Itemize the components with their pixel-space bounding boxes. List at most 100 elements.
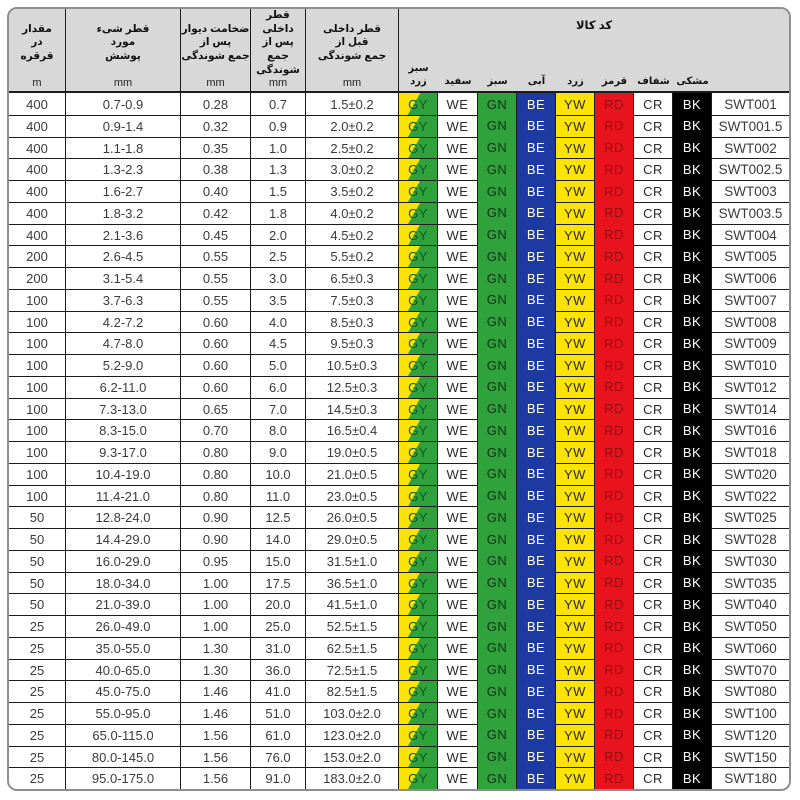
table-row: 4001.1-1.80.351.02.5±0.2GYWEGNBEYWRDCRBK… [9,137,789,159]
id-before-cell: 23.0±0.5 [306,485,399,507]
color-cell-gy: GY [399,528,438,550]
color-cell-we: WE [438,485,478,507]
color-cell-we: WE [438,354,478,376]
object-diameter-cell: 26.0-49.0 [66,615,181,637]
product-code-cell: SWT100 [712,702,789,724]
color-cell-be: BE [517,572,556,594]
id-before-cell: 29.0±0.5 [306,528,399,550]
table-row: 1007.3-13.00.657.014.5±0.3GYWEGNBEYWRDCR… [9,398,789,420]
object-diameter-cell: 7.3-13.0 [66,398,181,420]
color-cell-cr: CR [634,463,673,485]
id-after-cell: 15.0 [251,550,306,572]
color-cell-rd: RD [595,224,634,246]
product-code-cell: SWT028 [712,528,789,550]
color-cell-gn: GN [478,463,517,485]
header-id-after-cell: قطر داخلیپس ازجمع شوندگیmm [251,9,306,91]
color-cell-rd: RD [595,550,634,572]
color-cell-bk: BK [673,593,712,615]
color-cell-bk: BK [673,289,712,311]
color-cell-yw: YW [556,354,595,376]
amount-cell: 25 [9,680,66,702]
wall-thickness-cell: 1.46 [181,702,251,724]
table-row: 4001.8-3.20.421.84.0±0.2GYWEGNBEYWRDCRBK… [9,202,789,224]
color-cell-gn: GN [478,593,517,615]
id-after-cell: 4.5 [251,332,306,354]
object-diameter-cell: 21.0-39.0 [66,593,181,615]
color-cell-gy: GY [399,659,438,681]
color-cell-we: WE [438,224,478,246]
product-code-cell: SWT002.5 [712,158,789,180]
color-label-yw: زرد [556,76,595,89]
header-label: قطر داخلیقبل ازجمع شوندگی [318,9,386,77]
product-code-cell: SWT014 [712,398,789,420]
color-cell-yw: YW [556,724,595,746]
color-cell-we: WE [438,202,478,224]
color-cell-cr: CR [634,680,673,702]
color-cell-yw: YW [556,528,595,550]
object-diameter-cell: 14.4-29.0 [66,528,181,550]
amount-cell: 200 [9,267,66,289]
color-cell-gn: GN [478,267,517,289]
color-cell-gn: GN [478,441,517,463]
color-cell-we: WE [438,289,478,311]
color-cell-be: BE [517,637,556,659]
color-cell-bk: BK [673,224,712,246]
id-before-cell: 3.5±0.2 [306,180,399,202]
amount-cell: 100 [9,463,66,485]
id-after-cell: 12.5 [251,506,306,528]
color-cell-rd: RD [595,202,634,224]
table-row: 5018.0-34.01.0017.536.5±1.0GYWEGNBEYWRDC… [9,572,789,594]
color-cell-yw: YW [556,506,595,528]
color-cell-bk: BK [673,419,712,441]
table-row: 10011.4-21.00.8011.023.0±0.5GYWEGNBEYWRD… [9,485,789,507]
amount-cell: 25 [9,746,66,768]
color-cell-gy: GY [399,224,438,246]
amount-cell: 200 [9,245,66,267]
product-code-cell: SWT012 [712,376,789,398]
color-cell-bk: BK [673,115,712,137]
color-cell-we: WE [438,115,478,137]
product-code-cell: SWT006 [712,267,789,289]
color-cell-gy: GY [399,615,438,637]
color-cell-yw: YW [556,93,595,115]
amount-cell: 400 [9,180,66,202]
color-cell-be: BE [517,441,556,463]
id-before-cell: 31.5±1.0 [306,550,399,572]
color-cell-we: WE [438,550,478,572]
color-cell-be: BE [517,115,556,137]
product-code-cell: SWT035 [712,572,789,594]
table-row: 1008.3-15.00.708.016.5±0.4GYWEGNBEYWRDCR… [9,419,789,441]
color-cell-cr: CR [634,354,673,376]
color-cell-we: WE [438,528,478,550]
color-cell-gn: GN [478,180,517,202]
table-row: 2003.1-5.40.553.06.5±0.3GYWEGNBEYWRDCRBK… [9,267,789,289]
id-before-cell: 103.0±2.0 [306,702,399,724]
color-cell-yw: YW [556,289,595,311]
id-after-cell: 0.7 [251,93,306,115]
color-cell-bk: BK [673,767,712,789]
wall-thickness-cell: 0.45 [181,224,251,246]
color-cell-cr: CR [634,398,673,420]
color-cell-gy: GY [399,506,438,528]
color-cell-yw: YW [556,202,595,224]
product-code-cell: SWT010 [712,354,789,376]
color-cell-gn: GN [478,419,517,441]
color-cell-cr: CR [634,93,673,115]
id-before-cell: 36.5±1.0 [306,572,399,594]
color-cell-cr: CR [634,572,673,594]
id-after-cell: 41.0 [251,680,306,702]
wall-thickness-cell: 0.32 [181,115,251,137]
object-diameter-cell: 11.4-21.0 [66,485,181,507]
object-diameter-cell: 3.7-6.3 [66,289,181,311]
color-cell-gy: GY [399,245,438,267]
color-cell-gy: GY [399,702,438,724]
color-cell-gy: GY [399,680,438,702]
table-row: 1004.2-7.20.604.08.5±0.3GYWEGNBEYWRDCRBK… [9,311,789,333]
wall-thickness-cell: 0.40 [181,180,251,202]
product-code-cell: SWT001 [712,93,789,115]
color-cell-be: BE [517,202,556,224]
table-row: 1004.7-8.00.604.59.5±0.3GYWEGNBEYWRDCRBK… [9,332,789,354]
color-cell-we: WE [438,245,478,267]
color-cell-yw: YW [556,702,595,724]
object-diameter-cell: 3.1-5.4 [66,267,181,289]
